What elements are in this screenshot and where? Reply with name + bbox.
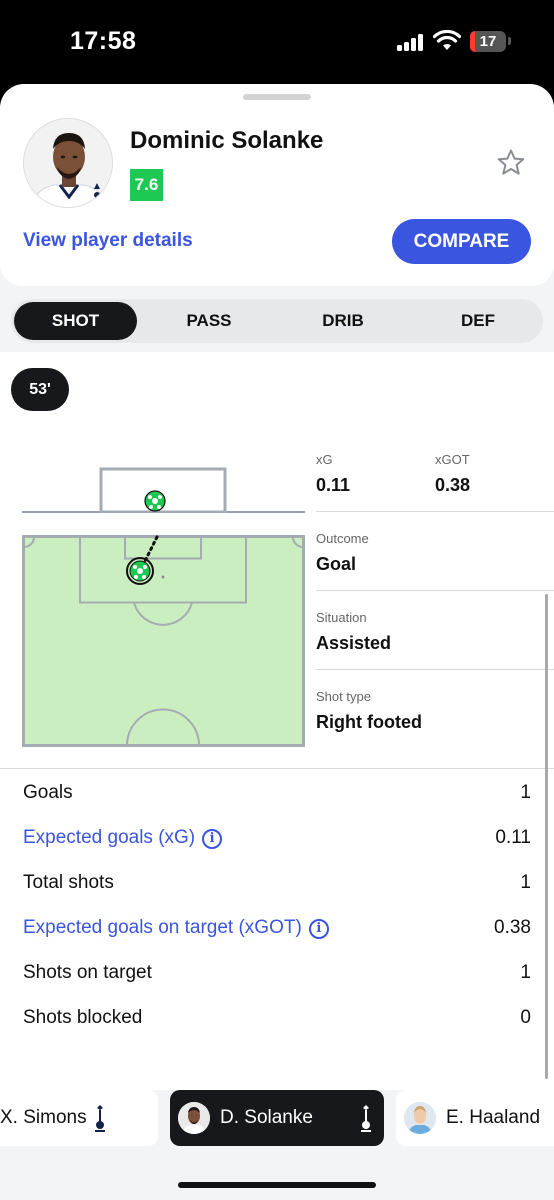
outcome-value: Goal [316, 554, 357, 574]
stat-row-value: 1 [520, 782, 531, 803]
section-divider [0, 768, 554, 769]
battery-level: 17 [479, 33, 497, 50]
tab-shot[interactable]: SHOT [14, 302, 137, 340]
shot-map-pitch [22, 535, 305, 747]
stat-row-label: Total shots [23, 872, 114, 893]
stat-row-label-link[interactable]: Expected goals on target (xGOT) i [23, 917, 329, 939]
player-chip-label: D. Solanke [220, 1107, 313, 1128]
stat-tabs: SHOT PASS DRIB DEF [11, 299, 543, 343]
battery-icon: 17 [470, 31, 506, 52]
goal-ball-icon [144, 490, 166, 512]
situation-value: Assisted [316, 633, 392, 653]
xg-value: 0.11 [316, 475, 351, 495]
player-header-card: Dominic Solanke 7.6 View player details … [0, 84, 554, 286]
stat-row-value: 0 [520, 1007, 531, 1028]
divider [316, 511, 554, 512]
status-time: 17:58 [70, 27, 137, 55]
outcome-label: Outcome [316, 531, 369, 546]
xg-label: xG [316, 452, 333, 467]
stat-row-value: 1 [520, 872, 531, 893]
player-avatar [404, 1102, 436, 1134]
club-crest-icon [95, 1105, 105, 1132]
shot-location-ball-icon [126, 557, 154, 585]
home-indicator[interactable] [178, 1182, 376, 1188]
player-name: Dominic Solanke [130, 127, 324, 154]
divider [316, 590, 554, 591]
compare-button[interactable]: COMPARE [392, 219, 531, 264]
stat-row-value: 1 [520, 962, 531, 983]
tab-pass[interactable]: PASS [147, 302, 271, 340]
player-sheet: Dominic Solanke 7.6 View player details … [0, 84, 554, 1200]
stat-row-label: Shots on target [23, 962, 152, 983]
player-chip-label: E. Haaland [446, 1107, 541, 1128]
battery-cap [508, 37, 511, 45]
info-icon[interactable]: i [308, 919, 329, 939]
stat-row-value: 0.38 [494, 917, 531, 938]
stat-row-label: Goals [23, 782, 73, 803]
star-icon[interactable] [496, 148, 526, 178]
player-chip[interactable]: X. Simons [0, 1090, 158, 1146]
status-bar: 17:58 17 [0, 0, 554, 84]
tab-def[interactable]: DEF [416, 302, 540, 340]
player-avatar [178, 1102, 210, 1134]
shot-content: 53' xG 0.11 xGOT 0.38 Outcome Goal Situa… [0, 352, 554, 1090]
sheet-grabber[interactable] [243, 94, 311, 100]
info-icon[interactable]: i [202, 829, 223, 849]
player-avatar [23, 118, 113, 208]
stat-row-label-text[interactable]: Expected goals (xG) [23, 827, 195, 848]
xgot-value: 0.38 [435, 475, 471, 495]
shot-minute-chip[interactable]: 53' [11, 368, 69, 411]
stat-row-value: 0.11 [495, 827, 531, 848]
stat-row-label-link[interactable]: Expected goals (xG) i [23, 827, 223, 849]
divider [316, 669, 554, 670]
scrollbar[interactable] [545, 594, 548, 1079]
situation-label: Situation [316, 610, 367, 625]
rating-badge: 7.6 [130, 169, 163, 201]
view-player-details-link[interactable]: View player details [23, 230, 193, 252]
xgot-label: xGOT [435, 452, 470, 467]
player-chip[interactable]: E. Haaland [396, 1090, 554, 1146]
tab-drib[interactable]: DRIB [281, 302, 405, 340]
shot-type-label: Shot type [316, 689, 371, 704]
cellular-signal-icon [397, 33, 425, 51]
club-crest-icon [361, 1105, 371, 1132]
player-chip-active[interactable]: D. Solanke [170, 1090, 384, 1146]
stat-row-label: Shots blocked [23, 1007, 143, 1028]
wifi-icon [433, 30, 461, 50]
goal-mouth-diagram [22, 467, 305, 513]
player-chip-label: X. Simons [0, 1107, 87, 1128]
shot-type-value: Right footed [316, 712, 422, 732]
stat-row-label-text[interactable]: Expected goals on target (xGOT) [23, 917, 302, 938]
